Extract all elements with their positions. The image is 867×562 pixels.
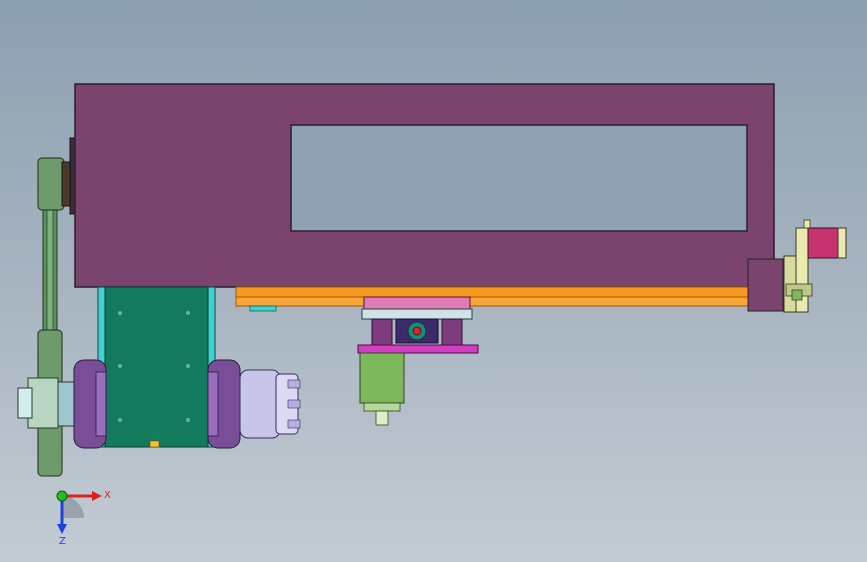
rail-bottom: [235, 296, 775, 307]
chuck-jaw: [287, 419, 301, 429]
bolt: [186, 418, 190, 422]
slide-carriage[interactable]: [357, 296, 479, 426]
x-axis-arrowhead: [92, 491, 102, 501]
bolt: [118, 364, 122, 368]
belt-drive[interactable]: [17, 137, 79, 477]
pulley-spacer: [57, 381, 75, 427]
motor-end-cap: [837, 227, 847, 259]
slide-block-left: [371, 318, 393, 346]
motor-shaft-collar: [363, 402, 401, 412]
x-axis-label: X: [104, 490, 111, 501]
bolt: [118, 311, 122, 315]
bearing-ring-right-inner: [207, 371, 219, 437]
indicator-led: [149, 440, 160, 448]
slide-base[interactable]: [357, 344, 479, 354]
motor-shaft: [375, 410, 389, 426]
axis-triad: X Z: [56, 490, 111, 547]
y-axis-arrowhead: [57, 524, 67, 534]
bolt: [118, 418, 122, 422]
triad-origin: [56, 490, 68, 502]
upper-pulley[interactable]: [37, 157, 65, 211]
motor-terminal: [803, 219, 811, 229]
gear-center: [412, 326, 422, 336]
y-axis-label: Z: [59, 536, 66, 547]
chuck-body[interactable]: [239, 369, 281, 439]
carriage-top: [363, 296, 471, 310]
stepper-motor-assembly[interactable]: [783, 219, 847, 313]
chuck-jaw: [287, 399, 301, 409]
coupling-green: [791, 289, 803, 301]
rail-top: [235, 286, 775, 298]
gear-motor[interactable]: [359, 352, 405, 404]
cad-viewport[interactable]: X Z: [0, 0, 867, 562]
rail-end-bracket: [747, 258, 784, 312]
bearing-ring-left-inner: [95, 371, 107, 437]
carriage-plate: [361, 308, 473, 320]
slide-block-right: [441, 318, 463, 346]
chuck-jaw: [287, 379, 301, 389]
bolt: [186, 311, 190, 315]
rail-end-cap-left: [249, 305, 277, 312]
bolt: [186, 364, 190, 368]
main-housing[interactable]: [74, 83, 775, 288]
housing-window: [290, 124, 748, 232]
pulley-nut: [17, 387, 33, 419]
